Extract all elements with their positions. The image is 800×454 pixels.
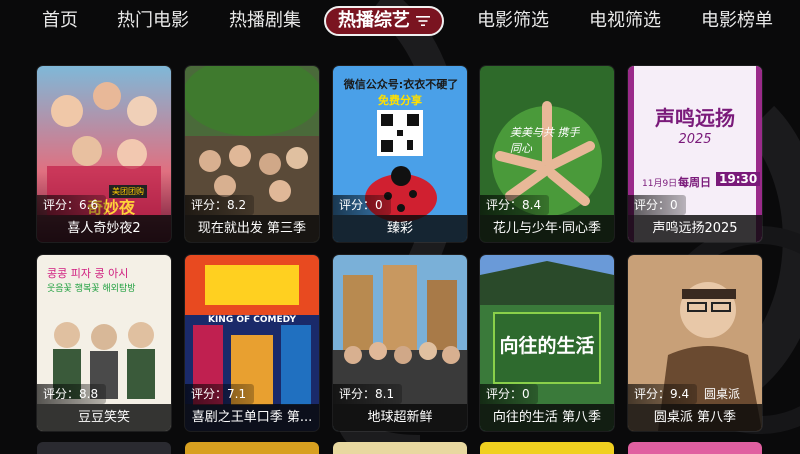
content-grid: 奇妙夜 美团团购 评分：6.6 喜人奇妙夜2 评分：8.2 现在就出发 第三季 … [0,0,800,454]
show-card-3[interactable]: 微信公众号:衣衣不硬了 免费分享 评分：0 臻彩 [333,66,467,242]
show-card-1[interactable]: 奇妙夜 美团团购 评分：6.6 喜人奇妙夜2 [37,66,171,242]
poster-title-text: 向往的生活 [499,335,595,357]
rating-badge: 评分：8.4 [480,195,550,215]
show-title: 声鸣远扬2025 [628,215,762,242]
show-card-7[interactable]: KING OF COMEDY 评分：7.1 喜剧之王单口季 第... [185,255,319,431]
show-card-peek[interactable] [185,442,319,454]
poster-time-text: 19:30 [716,172,761,186]
rating-badge: 评分：8.1 [333,384,403,404]
poster-date-text: 11月9日 [642,179,678,189]
show-title: 喜剧之王单口季 第... [185,404,319,431]
show-card-5[interactable]: 声鸣远扬 2025 11月9日 每周日 19:30 评分：0 声鸣远扬2025 [628,66,762,242]
show-card-4[interactable]: 美美与共 携手同心 评分：8.4 花儿与少年·同心季 [480,66,614,242]
rating-badge: 评分：9.4 [628,384,698,404]
svg-text:웃음꽃 행복꽃 해외탐방: 웃음꽃 행복꽃 해외탐방 [47,282,136,294]
rating-badge: 评分：6.6 [37,195,107,215]
show-card-peek[interactable] [333,442,467,454]
poster-wechat-text: 微信公众号:衣衣不硬了 [343,78,459,91]
svg-text:콩콩 피자 콩 아시: 콩콩 피자 콩 아시 [47,267,128,280]
rating-badge: 评分：8.8 [37,384,107,404]
show-title: 臻彩 [333,215,467,242]
poster-slogan-text: 美美与共 携手同心 [510,126,580,155]
show-card-6[interactable]: 콩콩 피자 콩 아시 웃음꽃 행복꽃 해외탐방 评分：8.8 豆豆笑笑 [37,255,171,431]
show-card-peek[interactable] [480,442,614,454]
show-title: 地球超新鲜 [333,404,467,431]
rating-badge: 评分：8.2 [185,195,255,215]
show-title: 现在就出发 第三季 [185,215,319,242]
rating-badge: 评分：7.1 [185,384,255,404]
show-card-peek[interactable] [37,442,171,454]
poster-title-text: 声鸣远扬 [655,106,735,130]
rating-badge: 评分：0 [628,195,686,215]
show-title: 圆桌派 第八季 [628,404,762,431]
poster-title-text: KING OF COMEDY [207,315,296,325]
show-title: 花儿与少年·同心季 [480,215,614,242]
rating-badge: 评分：0 [333,195,391,215]
show-title: 豆豆笑笑 [37,404,171,431]
poster-free-share-text: 免费分享 [378,94,422,107]
show-card-9[interactable]: 向往的生活 评分：0 向往的生活 第八季 [480,255,614,431]
poster-title-text: 圆桌派 [704,387,741,401]
show-title: 向往的生活 第八季 [480,404,614,431]
poster-year-text: 2025 [678,132,712,147]
show-card-2[interactable]: 评分：8.2 现在就出发 第三季 [185,66,319,242]
poster-weekly-text: 每周日 [678,176,711,189]
show-card-10[interactable]: 圆桌派 评分：9.4 圆桌派 第八季 [628,255,762,431]
rating-badge: 评分：0 [480,384,538,404]
poster-badge: 美团团购 [109,185,147,198]
show-title: 喜人奇妙夜2 [37,215,171,242]
show-card-8[interactable]: 评分：8.1 地球超新鲜 [333,255,467,431]
show-card-peek[interactable] [628,442,762,454]
